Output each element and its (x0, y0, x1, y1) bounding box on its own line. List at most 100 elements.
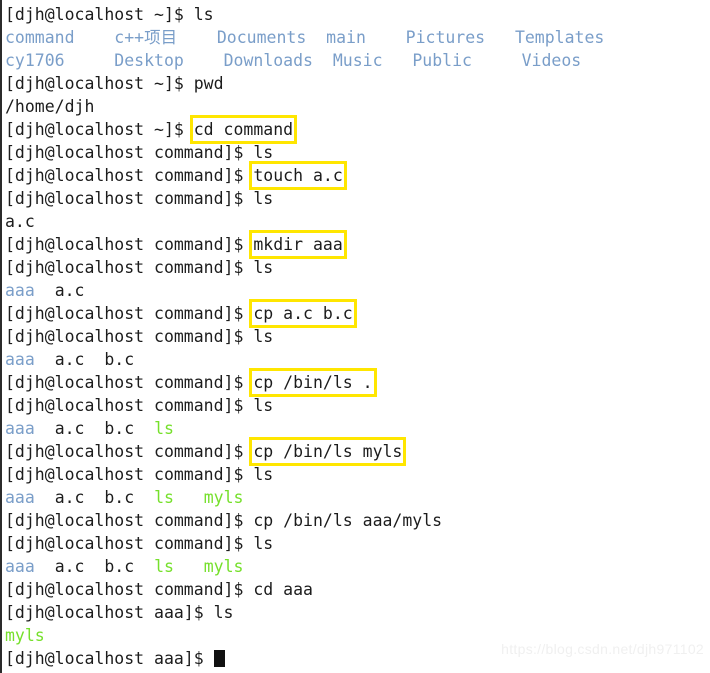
column-spacer (35, 350, 55, 369)
directory-entry: aaa (5, 557, 35, 576)
shell-prompt: [djh@localhost ~]$ (5, 120, 194, 139)
file-entry: b.c (104, 350, 135, 369)
shell-prompt: [djh@localhost aaa]$ (5, 649, 214, 668)
shell-prompt: [djh@localhost command]$ (5, 396, 254, 415)
column-spacer (85, 488, 105, 507)
shell-prompt: [djh@localhost command]$ (5, 327, 254, 346)
directory-entry: Documents (216, 28, 307, 47)
file-entry: a.c (54, 350, 85, 369)
terminal-command-line: [djh@localhost command]$ ls (5, 325, 710, 348)
column-spacer (174, 557, 204, 576)
directory-entry: Pictures (405, 28, 486, 47)
executable-entry: ls (154, 557, 174, 576)
column-spacer (604, 28, 624, 47)
terminal-command-line: [djh@localhost command]$ touch a.c (5, 161, 710, 190)
shell-prompt: [djh@localhost ~]$ (5, 5, 194, 24)
terminal-command-line: [djh@localhost command]$ ls (5, 532, 710, 555)
executable-entry: ls (154, 419, 174, 438)
terminal-command-line: [djh@localhost command]$ cp /bin/ls . (5, 368, 710, 397)
directory-entry: aaa (5, 419, 35, 438)
terminal-command-line: [djh@localhost ~]$ cd command (5, 115, 710, 144)
shell-prompt: [djh@localhost command]$ (5, 511, 254, 530)
terminal-output-line: aaa a.c b.c ls myls (5, 486, 710, 509)
directory-entry: Downloads (223, 51, 313, 70)
executable-entry: myls (203, 557, 244, 576)
terminal-command-line: [djh@localhost ~]$ pwd (5, 72, 710, 95)
highlighted-command: cp /bin/ls . (249, 368, 377, 397)
shell-prompt: [djh@localhost command]$ (5, 143, 254, 162)
shell-prompt: [djh@localhost command]$ (5, 189, 254, 208)
directory-entry: aaa (5, 350, 35, 369)
executable-entry: myls (5, 626, 45, 645)
terminal-command-line: [djh@localhost aaa]$ ls (5, 601, 710, 624)
file-entry: b.c (104, 419, 135, 438)
typed-command: ls (253, 143, 274, 162)
directory-entry: Videos (521, 51, 582, 70)
directory-entry: aaa (5, 488, 35, 507)
directory-entry: Public (412, 51, 472, 70)
column-spacer (85, 419, 105, 438)
highlighted-command: touch a.c (249, 161, 347, 190)
column-spacer (35, 488, 55, 507)
watermark-text: https://blog.csdn.net/djh971102 (501, 641, 704, 657)
terminal-command-line: [djh@localhost command]$ ls (5, 187, 710, 210)
directory-entry: cy1706 (5, 51, 65, 70)
file-entry: b.c (104, 557, 135, 576)
typed-command: ls (213, 603, 234, 622)
terminal-output-line: aaa a.c b.c ls myls (5, 555, 710, 578)
terminal-output-line: cy1706 Desktop Downloads Music Public Vi… (5, 49, 710, 72)
terminal-command-line: [djh@localhost command]$ cp a.c b.c (5, 299, 710, 328)
file-entry: a.c (54, 281, 85, 300)
typed-command: cp /bin/ls aaa/myls (253, 511, 443, 530)
shell-prompt: [djh@localhost command]$ (5, 373, 254, 392)
column-spacer (35, 419, 55, 438)
terminal-command-line: [djh@localhost ~]$ ls (5, 3, 710, 26)
terminal-output-line: aaa a.c (5, 279, 710, 302)
column-spacer (366, 28, 406, 47)
column-spacer (85, 350, 105, 369)
column-spacer (313, 51, 333, 70)
column-spacer (472, 51, 522, 70)
shell-prompt: [djh@localhost command]$ (5, 534, 254, 553)
file-entry: a.c (54, 488, 85, 507)
typed-command: ls (253, 189, 274, 208)
typed-command: cd aaa (253, 580, 313, 599)
terminal-command-line: [djh@localhost command]$ ls (5, 394, 710, 417)
typed-command: pwd (193, 74, 224, 93)
shell-prompt: [djh@localhost command]$ (5, 465, 254, 484)
directory-entry: Music (332, 51, 383, 70)
terminal-window[interactable]: [djh@localhost ~]$ ls command c++项目 Docum… (0, 0, 710, 673)
typed-command: ls (253, 396, 274, 415)
shell-prompt: [djh@localhost aaa]$ (5, 603, 214, 622)
column-spacer (485, 28, 515, 47)
column-spacer (306, 28, 326, 47)
column-spacer (35, 557, 55, 576)
terminal-command-line: [djh@localhost command]$ ls (5, 463, 710, 486)
executable-entry: myls (203, 488, 244, 507)
shell-prompt: [djh@localhost command]$ (5, 304, 254, 323)
terminal-command-line: [djh@localhost command]$ mkdir aaa (5, 230, 710, 259)
file-entry: a.c (5, 212, 35, 231)
shell-prompt: [djh@localhost command]$ (5, 442, 254, 461)
shell-prompt: [djh@localhost ~]$ (5, 74, 194, 93)
terminal-output-line: /home/djh (5, 95, 710, 118)
file-entry: a.c (54, 419, 85, 438)
file-entry: /home/djh (5, 97, 95, 116)
highlighted-command: cp a.c b.c (249, 299, 357, 328)
typed-command: ls (253, 327, 274, 346)
directory-entry: Templates (514, 28, 605, 47)
file-entry: a.c (54, 557, 85, 576)
directory-entry: aaa (5, 281, 35, 300)
column-spacer (581, 51, 631, 70)
typed-command: ls (253, 534, 274, 553)
shell-prompt: [djh@localhost command]$ (5, 235, 254, 254)
typed-command: ls (253, 258, 274, 277)
highlighted-command: cp /bin/ls myls (249, 437, 407, 466)
column-spacer (134, 488, 154, 507)
typed-command: ls (193, 5, 214, 24)
column-spacer (383, 51, 413, 70)
directory-entry: c++项目 (114, 28, 178, 47)
directory-entry: command (5, 28, 75, 47)
directory-entry: Desktop (114, 51, 184, 70)
shell-prompt: [djh@localhost command]$ (5, 258, 254, 277)
